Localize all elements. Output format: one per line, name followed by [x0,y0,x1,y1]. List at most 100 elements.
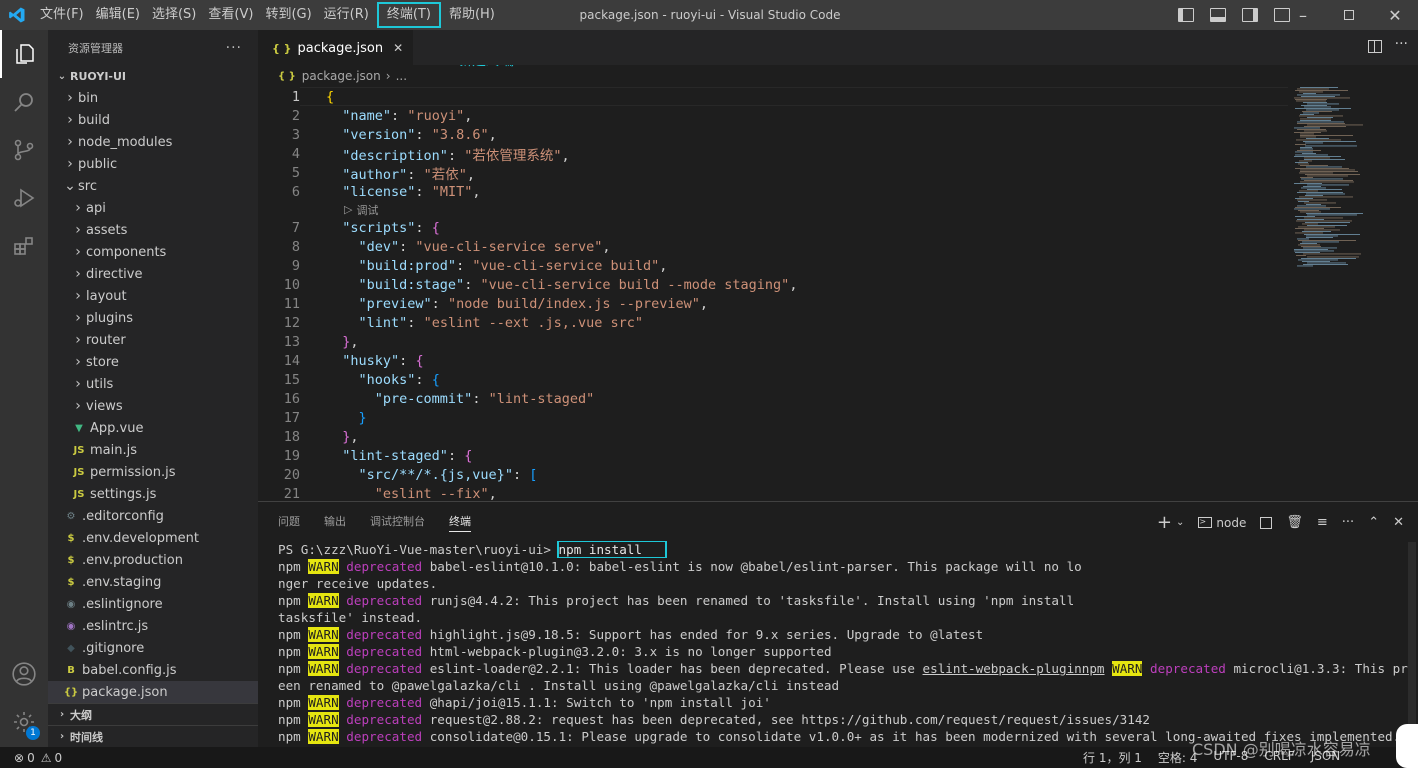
file-item[interactable]: ⚙ .editorconfig [48,505,258,527]
minimap-line [1297,121,1344,123]
more-actions-icon[interactable]: ··· [1342,515,1354,530]
minimap-line [1307,256,1359,258]
folder-item[interactable]: › views [48,395,258,417]
folder-item[interactable]: › store [48,351,258,373]
menu-item-3[interactable]: 查看(V) [202,0,259,30]
terminal-output[interactable]: PS G:\zzz\RuoYi-Vue-master\ruoyi-ui> npm… [278,541,1408,745]
minimap-line [1295,154,1328,156]
code-editor[interactable]: 1{2 "name": "ruoyi", 3 "version": "3.8.6"… [258,87,1288,502]
file-item[interactable]: $ .env.development [48,527,258,549]
folder-item[interactable]: › bin [48,87,258,109]
account-icon[interactable] [0,650,48,698]
folder-item[interactable]: › build [48,109,258,131]
panel-tab-2[interactable]: 调试控制台 [370,511,425,531]
file-item[interactable]: JS settings.js [48,483,258,505]
toggle-secondary-sidebar-icon[interactable] [1242,8,1258,22]
folder-item[interactable]: › api [48,197,258,219]
more-terminal-icon[interactable]: ≡ [1317,515,1328,530]
close-panel-icon[interactable]: ✕ [1393,515,1404,530]
close-icon[interactable]: ✕ [1372,0,1418,30]
minimap-line [1300,211,1321,213]
folder-item[interactable]: ⌄ src [48,175,258,197]
folder-item[interactable]: › plugins [48,307,258,329]
trash-icon[interactable]: 🗑 [1286,515,1303,530]
toggle-panel-icon[interactable] [1210,8,1226,22]
minimap-line [1295,232,1323,234]
file-item[interactable]: {} package.json [48,681,258,703]
code-text: "preview": "node build/index.js --previe… [358,295,709,312]
minimap[interactable] [1288,87,1418,501]
more-actions-icon[interactable]: ··· [226,40,242,56]
code-text: "husky": { [342,352,424,369]
maximize-panel-icon[interactable]: ⌃ [1368,515,1379,530]
file-item[interactable]: Bbabel.config.js [48,659,258,681]
close-tab-icon[interactable]: ✕ [393,41,403,55]
menu-item-2[interactable]: 选择(S) [146,0,202,30]
panel-tab-3[interactable]: 终端 [449,511,471,532]
minimap-line [1304,126,1346,127]
folder-item[interactable]: › directive [48,263,258,285]
chevron-down-icon[interactable]: ⌄ [1176,517,1184,528]
code-line: 16 "pre-commit": "lint-staged" [258,389,1288,408]
terminal-scrollbar[interactable] [1408,542,1416,742]
file-item[interactable]: ◉ .eslintignore [48,593,258,615]
extensions-icon[interactable] [0,222,48,270]
babel-file-icon: B [67,664,75,676]
more-actions-icon[interactable]: ··· [1395,36,1408,52]
cursor-position[interactable]: 行 1，列 1 [1083,749,1142,766]
menu-item-7[interactable]: 帮助(H) [443,0,501,30]
source-control-icon[interactable] [0,126,48,174]
manage-gear-icon[interactable]: 1 [0,698,48,746]
minimize-icon[interactable]: – [1280,0,1326,30]
split-editor-icon[interactable] [1368,40,1382,53]
terminal-shell-icon[interactable]: > node [1198,516,1246,530]
terminal-prompt-line: PS G:\zzz\RuoYi-Vue-master\ruoyi-ui> npm… [278,541,1408,558]
problems-status[interactable]: ⊗ 0 ⚠ 0 [14,751,62,765]
file-item[interactable]: $ .env.production [48,549,258,571]
timeline-section[interactable]: › 时间线 [48,725,258,747]
code-line: 9 "build:prod": "vue-cli-service build", [258,256,1288,275]
root-folder-header[interactable]: ⌄ RUOYI-UI [48,65,258,87]
minimap-line [1299,172,1333,174]
breadcrumb-more[interactable]: ... [396,69,407,83]
code-line: 19 "lint-staged": { [258,446,1288,465]
run-debug-icon[interactable] [0,174,48,222]
env-file-icon: $ [67,554,75,566]
tree-item-label: .eslintrc.js [82,618,149,634]
minimap-line [1304,202,1336,204]
tab-package-json[interactable]: { } package.json ✕ [258,30,414,65]
new-terminal-icon[interactable]: + [1157,512,1172,533]
menu-item-0[interactable]: 文件(F) [34,0,90,30]
terminal-segment: WARN [308,712,339,727]
folder-item[interactable]: › router [48,329,258,351]
folder-item[interactable]: › assets [48,219,258,241]
explorer-icon[interactable] [0,30,48,78]
tree-item-label: bin [78,90,99,106]
file-item[interactable]: JS permission.js [48,461,258,483]
file-item[interactable]: JS main.js [48,439,258,461]
terminal-line: npm WARN deprecated html-webpack-plugin@… [278,643,1408,660]
file-item[interactable]: ◆ .gitignore [48,637,258,659]
debug-codelens[interactable]: ▷ 调试 [258,201,1288,218]
menu-item-5[interactable]: 运行(R) [318,0,375,30]
outline-section[interactable]: › 大纲 [48,703,258,725]
menu-item-1[interactable]: 编辑(E) [90,0,146,30]
search-icon[interactable] [0,78,48,126]
toggle-sidebar-icon[interactable] [1178,8,1194,22]
folder-item[interactable]: › layout [48,285,258,307]
breadcrumb-file[interactable]: package.json [302,69,381,83]
file-item[interactable]: $ .env.staging [48,571,258,593]
file-item[interactable]: ▼ App.vue [48,417,258,439]
file-item[interactable]: ◉ .eslintrc.js [48,615,258,637]
panel-tab-1[interactable]: 输出 [324,511,346,531]
maximize-icon[interactable] [1326,0,1372,30]
panel-tab-0[interactable]: 问题 [278,511,300,531]
folder-item[interactable]: › components [48,241,258,263]
folder-item[interactable]: › utils [48,373,258,395]
minimap-line [1306,166,1342,168]
folder-item[interactable]: › node_modules [48,131,258,153]
menu-item-4[interactable]: 转到(G) [259,0,317,30]
split-terminal-icon[interactable] [1260,516,1273,529]
folder-item[interactable]: › public [48,153,258,175]
menu-item-6[interactable]: 终端(T) [375,0,443,30]
